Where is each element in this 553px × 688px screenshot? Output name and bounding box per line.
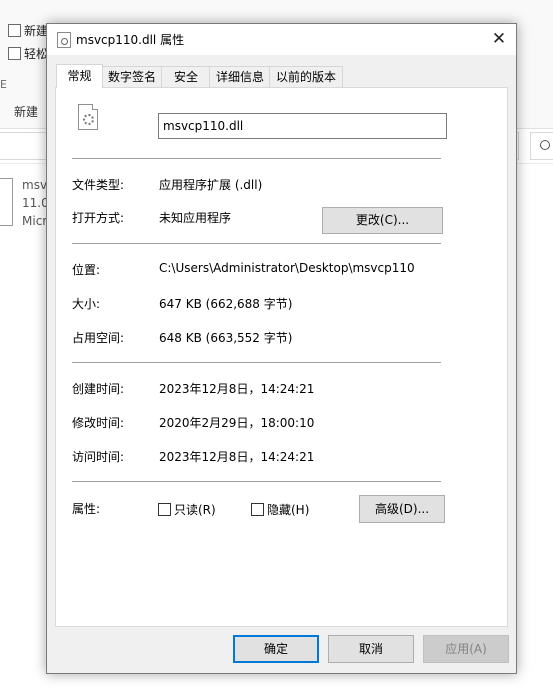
file-icon[interactable]: [0, 178, 13, 226]
title-bar[interactable]: msvcp110.dll 属性 ✕: [47, 24, 516, 55]
size-on-disk-value: 648 KB (663,552 字节): [159, 331, 293, 345]
cancel-button[interactable]: 取消: [328, 635, 414, 663]
separator: [72, 158, 441, 159]
tab-previous-versions[interactable]: 以前的版本: [269, 66, 343, 87]
ribbon-easy-access-label: 轻松: [24, 47, 49, 61]
close-button[interactable]: ✕: [482, 24, 516, 55]
size-value: 647 KB (662,688 字节): [159, 297, 293, 311]
readonly-checkbox[interactable]: 只读(R): [158, 501, 216, 518]
file-name-fragment[interactable]: msv: [22, 178, 47, 192]
created-value: 2023年12月8日，14:24:21: [159, 382, 315, 396]
ok-button[interactable]: 确定: [233, 635, 319, 663]
separator: [72, 481, 441, 482]
change-button[interactable]: 更改(C)...: [322, 207, 443, 234]
tab-details[interactable]: 详细信息: [209, 66, 271, 87]
file-version-fragment: 11.0: [22, 196, 49, 210]
ribbon-edge-mark: E: [0, 78, 7, 91]
attributes-label: 属性:: [72, 502, 101, 516]
tab-general[interactable]: 常规: [56, 64, 103, 88]
location-value: C:\Users\Administrator\Desktop\msvcp110: [159, 261, 415, 275]
modified-label: 修改时间:: [72, 416, 125, 430]
separator: [72, 243, 441, 244]
gear-icon: [83, 114, 94, 125]
accessed-label: 访问时间:: [72, 450, 125, 464]
properties-dialog: msvcp110.dll 属性 ✕ 常规 数字签名 安全 详细信息 以前的版本 …: [46, 23, 517, 674]
size-label: 大小:: [72, 297, 101, 311]
opens-with-value: 未知应用程序: [159, 211, 232, 225]
modified-value: 2020年2月29日，18:00:10: [159, 416, 315, 430]
accessed-value: 2023年12月8日，14:24:21: [159, 450, 315, 464]
hidden-checkbox-label: 隐藏(H): [267, 503, 310, 517]
created-label: 创建时间:: [72, 382, 125, 396]
hidden-checkbox[interactable]: 隐藏(H): [251, 501, 309, 518]
ribbon-easy-access[interactable]: 轻松: [8, 45, 48, 62]
new-item-icon: [8, 24, 21, 37]
tab-digital-signatures[interactable]: 数字签名: [101, 66, 163, 87]
ribbon-group-new-label: 新建: [14, 105, 39, 119]
file-name-input[interactable]: [158, 113, 447, 139]
search-icon[interactable]: [530, 132, 553, 160]
easy-access-icon: [8, 47, 21, 60]
file-company-fragment: Micr: [22, 214, 48, 228]
tab-security[interactable]: 安全: [161, 66, 211, 87]
size-on-disk-label: 占用空间:: [72, 331, 125, 345]
general-tab-panel: 文件类型: 应用程序扩展 (.dll) 打开方式: 未知应用程序 更改(C)..…: [55, 87, 508, 627]
location-label: 位置:: [72, 263, 101, 277]
dll-file-large-icon: [78, 104, 98, 130]
readonly-checkbox-label: 只读(R): [174, 503, 216, 517]
advanced-button[interactable]: 高级(D)...: [359, 495, 445, 523]
ribbon-new-label: 新建: [24, 24, 49, 38]
dll-file-icon: [57, 32, 71, 48]
hidden-checkbox-box[interactable]: [251, 503, 264, 516]
opens-with-label: 打开方式:: [72, 211, 125, 225]
ribbon-new-item[interactable]: 新建: [8, 22, 48, 39]
readonly-checkbox-box[interactable]: [158, 503, 171, 516]
apply-button[interactable]: 应用(A): [423, 635, 509, 663]
dialog-title: msvcp110.dll 属性: [76, 33, 185, 47]
separator: [72, 362, 441, 363]
file-type-value: 应用程序扩展 (.dll): [159, 178, 263, 192]
file-type-label: 文件类型:: [72, 178, 125, 192]
